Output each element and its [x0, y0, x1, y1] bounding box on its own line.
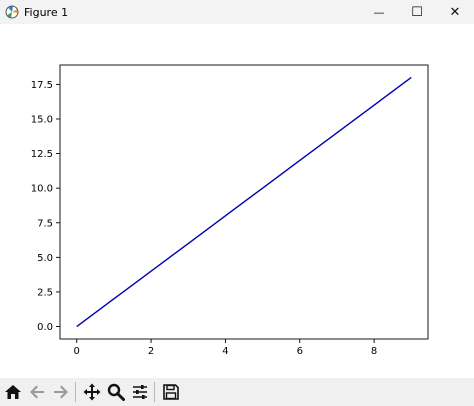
- y-tick-label: 15.0: [31, 114, 53, 125]
- y-tick-label: 12.5: [31, 149, 53, 160]
- window-controls: — ☐ ✕: [360, 0, 474, 24]
- toolbar-separator: [154, 382, 155, 402]
- x-tick-label: 2: [148, 346, 154, 357]
- window-title: Figure 1: [24, 5, 69, 19]
- x-tick-label: 8: [371, 346, 377, 357]
- maximize-button[interactable]: ☐: [398, 0, 436, 24]
- y-tick-label: 5.0: [37, 253, 53, 264]
- maximize-icon: ☐: [411, 4, 423, 20]
- pan-icon: [83, 383, 101, 401]
- navigation-toolbar: [0, 378, 474, 406]
- home-button[interactable]: [2, 381, 24, 403]
- save-icon: [163, 384, 179, 400]
- home-icon: [5, 385, 21, 399]
- close-button[interactable]: ✕: [436, 0, 474, 24]
- figure-window: Figure 1 — ☐ ✕ 0 2 4 6 8 0.0 2.5 5.0 7.5 10.0 12.…: [0, 0, 474, 406]
- zoom-icon: [107, 383, 125, 401]
- y-tick-label: 17.5: [31, 80, 53, 91]
- forward-icon: [54, 385, 68, 399]
- configure-subplots-icon: [133, 385, 147, 399]
- y-tick-label: 7.5: [37, 218, 53, 229]
- y-tick-label: 2.5: [37, 287, 53, 298]
- forward-button[interactable]: [50, 381, 72, 403]
- minimize-icon: —: [373, 5, 385, 19]
- line-chart[interactable]: 0 2 4 6 8 0.0 2.5 5.0 7.5 10.0 12.5 15.0 17.5: [0, 24, 474, 376]
- x-tick-label: 0: [74, 346, 80, 357]
- y-tick-label: 10.0: [31, 184, 53, 195]
- save-button[interactable]: [160, 381, 182, 403]
- x-tick-label: 6: [297, 346, 303, 357]
- toolbar-separator: [75, 382, 76, 402]
- figure-canvas[interactable]: 0 2 4 6 8 0.0 2.5 5.0 7.5 10.0 12.5 15.0 17.5: [0, 24, 474, 376]
- configure-subplots-button[interactable]: [129, 381, 151, 403]
- pan-button[interactable]: [81, 381, 103, 403]
- back-button[interactable]: [26, 381, 48, 403]
- x-tick-label: 4: [222, 346, 228, 357]
- matplotlib-icon: [4, 4, 20, 20]
- close-icon: ✕: [449, 4, 461, 20]
- title-bar[interactable]: Figure 1 — ☐ ✕: [0, 0, 474, 24]
- y-tick-label: 0.0: [37, 322, 53, 333]
- zoom-button[interactable]: [105, 381, 127, 403]
- minimize-button[interactable]: —: [360, 0, 398, 24]
- back-icon: [30, 385, 44, 399]
